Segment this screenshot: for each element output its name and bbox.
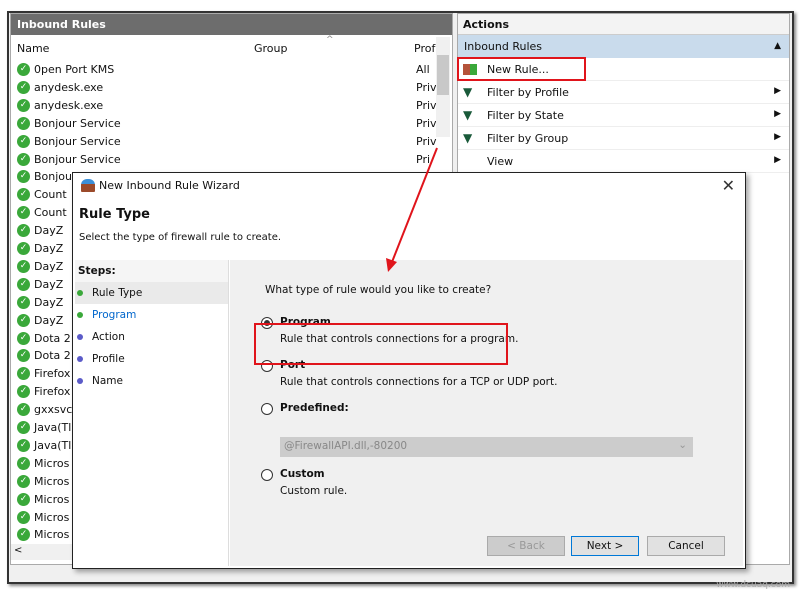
red-arrow [386, 147, 438, 272]
watermark: www.dcuaq.com [716, 580, 790, 590]
